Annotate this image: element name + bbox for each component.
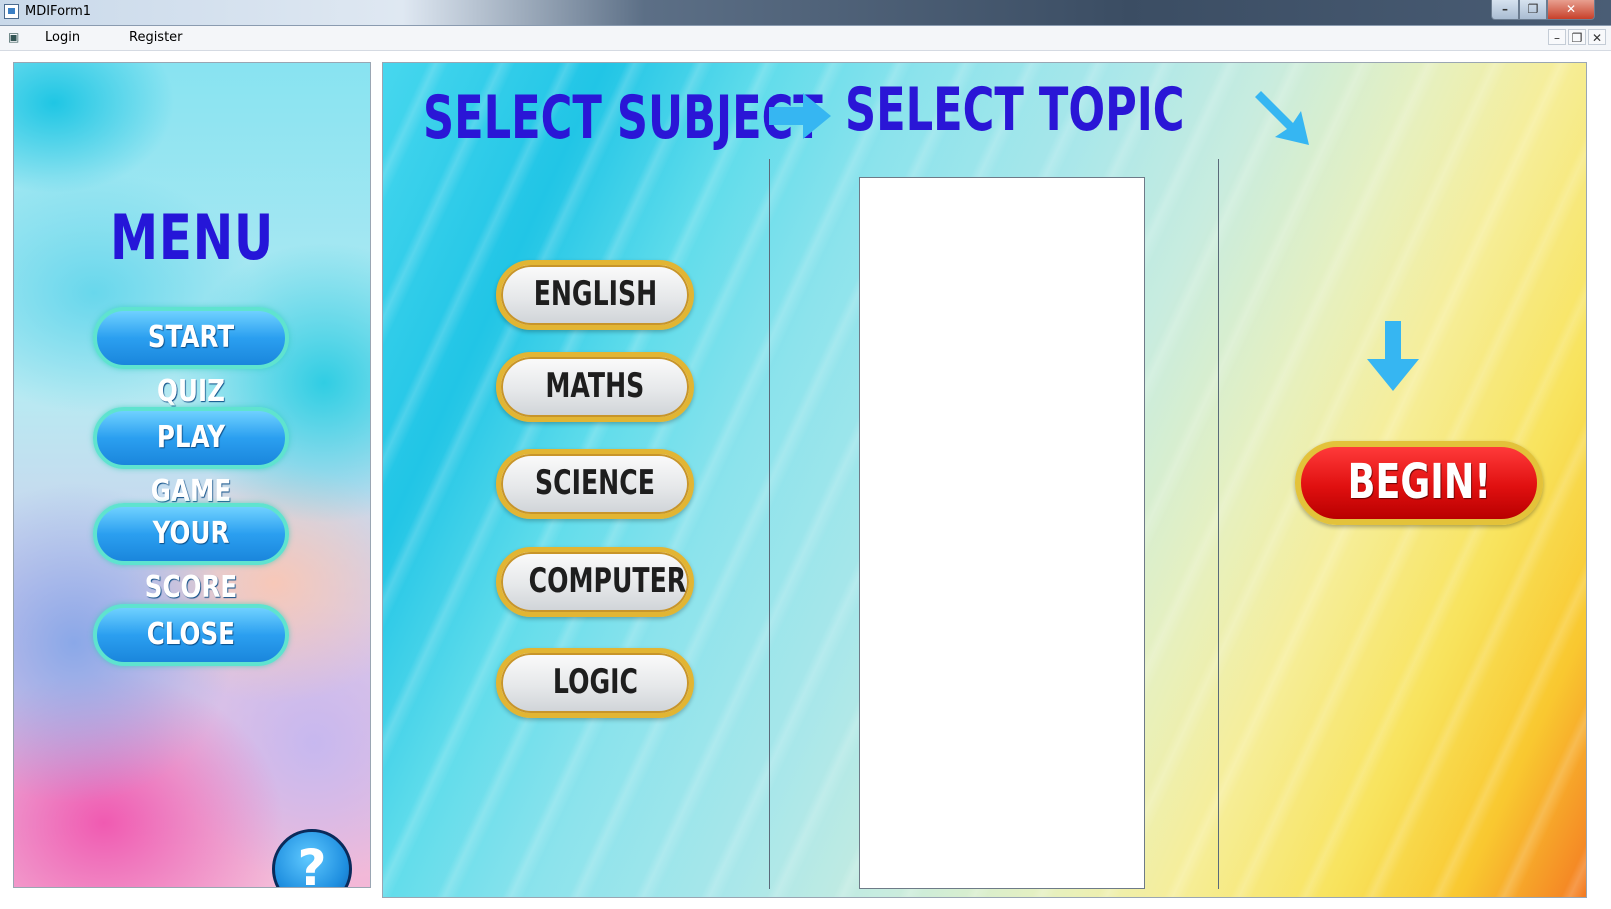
close-button[interactable]: CLOSE bbox=[93, 604, 289, 666]
your-score-button[interactable]: YOUR SCORE bbox=[93, 503, 289, 605]
child-close-button[interactable]: ✕ bbox=[1588, 29, 1606, 45]
title-bar: MDIForm1 – ❐ ✕ bbox=[0, 0, 1611, 26]
subject-maths-button[interactable]: MATHS bbox=[496, 352, 694, 422]
subject-science-button[interactable]: SCIENCE bbox=[496, 449, 694, 519]
topic-listbox[interactable] bbox=[859, 177, 1145, 889]
arrow-down-right-icon bbox=[1255, 91, 1309, 145]
mdi-child-icon[interactable]: ▣ bbox=[8, 30, 22, 44]
subject-logic-button[interactable]: LOGIC bbox=[496, 648, 694, 718]
begin-button[interactable]: BEGIN! bbox=[1295, 441, 1543, 525]
divider-left bbox=[769, 159, 770, 889]
menu-title: MENU bbox=[109, 201, 275, 274]
arrow-right-icon bbox=[769, 93, 831, 139]
menu-item-login[interactable]: Login bbox=[45, 30, 80, 45]
arrow-down-icon bbox=[1367, 321, 1419, 391]
select-topic-heading: SELECT TOPIC bbox=[845, 75, 1185, 145]
maximize-button[interactable]: ❐ bbox=[1519, 0, 1547, 20]
divider-right bbox=[1218, 159, 1219, 889]
child-restore-button[interactable]: ❐ bbox=[1568, 29, 1586, 45]
start-quiz-button[interactable]: START QUIZ bbox=[93, 307, 289, 409]
menu-item-register[interactable]: Register bbox=[129, 30, 183, 45]
app-icon bbox=[4, 4, 19, 19]
child-minimize-button[interactable]: – bbox=[1548, 29, 1566, 45]
minimize-button[interactable]: – bbox=[1491, 0, 1519, 20]
menu-bar: ▣ Login Register – ❐ ✕ bbox=[0, 26, 1611, 51]
window-title: MDIForm1 bbox=[25, 4, 92, 19]
select-subject-heading: SELECT SUBJECT bbox=[423, 83, 823, 153]
play-game-button[interactable]: PLAY GAME bbox=[93, 407, 289, 509]
help-button[interactable]: ? bbox=[272, 829, 352, 888]
close-window-button[interactable]: ✕ bbox=[1547, 0, 1595, 20]
subject-computer-button[interactable]: COMPUTER bbox=[496, 547, 694, 617]
menu-panel: MENU START QUIZ PLAY GAME YOUR SCORE CLO… bbox=[13, 62, 371, 888]
subject-english-button[interactable]: ENGLISH bbox=[496, 260, 694, 330]
question-icon: ? bbox=[297, 839, 327, 888]
quiz-selection-panel: SELECT SUBJECT SELECT TOPIC ENGLISH MATH… bbox=[382, 62, 1587, 898]
